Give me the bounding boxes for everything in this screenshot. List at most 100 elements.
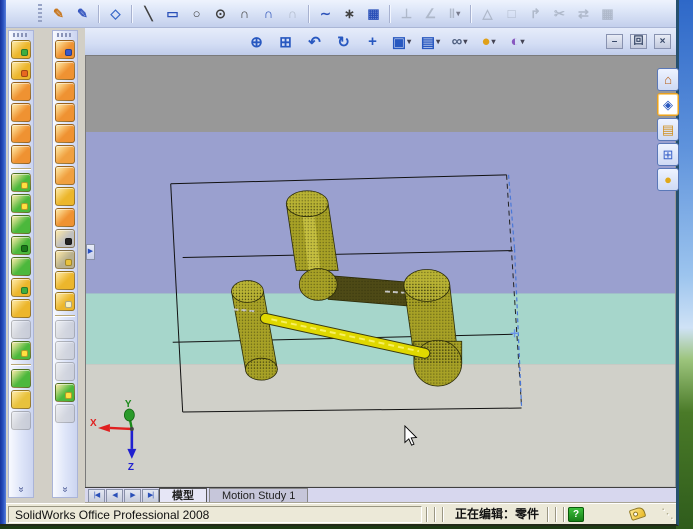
toolbar-overflow-chevron[interactable]: » — [16, 478, 27, 502]
zoom-to-area-button[interactable]: ⊞ — [273, 30, 298, 53]
tag-icon[interactable] — [628, 505, 647, 522]
pan-button[interactable]: + — [360, 30, 385, 53]
swept-surface-icon[interactable] — [55, 82, 75, 101]
view-orientation-button[interactable]: ▣ ▾ — [389, 30, 414, 53]
flex-icon[interactable] — [11, 390, 31, 409]
fillet-icon[interactable] — [11, 173, 31, 192]
design-library-tab[interactable]: ◈ — [657, 93, 679, 116]
dropdown-arrow-icon[interactable]: ▾ — [521, 37, 525, 46]
apply-scene-button[interactable]: ● ▾ — [476, 30, 501, 53]
file-explorer-tab[interactable]: ▤ — [657, 118, 679, 141]
mdi-minimize-button[interactable]: – — [606, 34, 623, 49]
edit-appearance-button[interactable]: ◐ ▾ — [505, 30, 530, 53]
mirror-entities-button[interactable]: ‖ ▾ — [444, 3, 465, 24]
swept-boss-icon[interactable] — [11, 103, 31, 122]
view-palette-tab[interactable]: ⊞ — [657, 143, 679, 166]
dropdown-arrow-icon[interactable]: ▾ — [492, 37, 496, 46]
scroll-next-button[interactable]: ▶ — [124, 489, 141, 503]
extruded-cut-icon[interactable] — [11, 61, 31, 80]
mdi-restore-button[interactable]: 回 — [630, 34, 647, 49]
offset-surface-icon[interactable] — [55, 166, 75, 185]
trim-entities-button[interactable]: ✂ — [549, 3, 570, 24]
convert-entities-button[interactable]: ↱ — [525, 3, 546, 24]
scroll-last-button[interactable]: ▶| — [142, 489, 159, 503]
scroll-first-button[interactable]: |◀ — [88, 489, 105, 503]
rapid-sketch-button[interactable]: □ — [501, 3, 522, 24]
shell-icon[interactable] — [11, 236, 31, 255]
linear-pattern-icon[interactable] — [11, 320, 31, 339]
rotate-view-button[interactable]: ↻ — [331, 30, 356, 53]
scroll-previous-button[interactable]: ◀ — [106, 489, 123, 503]
zoom-to-fit-button[interactable]: ⊕ — [244, 30, 269, 53]
extend-surface-icon[interactable] — [55, 208, 75, 227]
previous-view-button[interactable]: ↶ — [302, 30, 327, 53]
quick-tips-help-button[interactable]: ? — [568, 507, 584, 522]
surface-fillet-icon[interactable] — [55, 383, 75, 402]
lofted-boss-icon[interactable] — [11, 124, 31, 143]
toolbar-drag-handle[interactable] — [13, 33, 29, 37]
three-point-arc-button[interactable]: ∩ — [282, 3, 303, 24]
dropdown-arrow-icon[interactable]: ▾ — [407, 37, 411, 46]
knit-surface-icon[interactable] — [55, 271, 75, 290]
graphics-scene[interactable]: X Y Z — [86, 56, 675, 487]
perimeter-circle-button[interactable]: ⊙ — [210, 3, 231, 24]
extruded-boss-icon[interactable] — [11, 40, 31, 59]
feature-manager-expand-arrow[interactable]: ▶ — [86, 244, 95, 260]
hide-show-items-button[interactable]: ∞ ▾ — [447, 30, 472, 53]
toolbar-drag-handle[interactable] — [57, 33, 73, 37]
ruled-surface-icon[interactable] — [55, 187, 75, 206]
cut-with-surface-icon[interactable] — [55, 404, 75, 423]
sketch-picture-button[interactable]: ▦ — [597, 3, 618, 24]
tangent-arc-button[interactable]: ∩ — [258, 3, 279, 24]
3d-sketch-button[interactable]: ✎ — [72, 3, 93, 24]
revolved-surface-icon[interactable] — [55, 61, 75, 80]
toolbar-drag-handle[interactable] — [38, 3, 42, 24]
untrim-surface-icon[interactable] — [55, 320, 75, 339]
point-button[interactable]: ∗ — [339, 3, 360, 24]
sketch-plane-button[interactable]: ◇ — [105, 3, 126, 24]
check-sketch-button[interactable]: △ — [477, 3, 498, 24]
sketch-toolbar: ✎ ✎ ◇ ╲ ▭ ○ ⊙ ∩ ∩ ∩ ∼ ∗ ▦ ⊥ ∠ ‖ ▾ △ □ ↱ ✂ ⇄ ▦ — [6, 0, 676, 28]
rib-icon[interactable] — [11, 215, 31, 234]
planar-surface-icon[interactable] — [55, 145, 75, 164]
corner-rectangle-button[interactable]: ▭ — [162, 3, 183, 24]
thicken-icon[interactable] — [55, 362, 75, 381]
display-relations-button[interactable]: ∠ — [420, 3, 441, 24]
replace-face-icon[interactable] — [55, 250, 75, 269]
chamfer-icon[interactable] — [11, 194, 31, 213]
extruded-surface-icon[interactable] — [55, 40, 75, 59]
hole-wizard-icon[interactable] — [11, 278, 31, 297]
spline-button[interactable]: ∼ — [315, 3, 336, 24]
deform-icon[interactable] — [11, 411, 31, 430]
linear-sketch-pattern-button[interactable]: ▦ — [363, 3, 384, 24]
graphics-viewport[interactable]: X Y Z ▶ — [85, 55, 676, 487]
lofted-surface-icon[interactable] — [55, 103, 75, 122]
line-button[interactable]: ╲ — [138, 3, 159, 24]
solidworks-resources-tab[interactable]: ⌂ — [657, 68, 679, 91]
revolved-boss-icon[interactable] — [11, 82, 31, 101]
filled-surface-icon[interactable] — [55, 292, 75, 311]
mdi-close-button[interactable]: × — [654, 34, 671, 49]
wrap-icon[interactable] — [11, 299, 31, 318]
appearances-tab[interactable]: ● — [657, 168, 679, 191]
dropdown-arrow-icon[interactable]: ▾ — [436, 37, 440, 46]
dropdown-arrow-icon[interactable]: ▾ — [456, 9, 460, 18]
boundary-boss-icon[interactable] — [11, 145, 31, 164]
tab-model[interactable]: 模型 — [159, 488, 207, 504]
trim-surface-icon[interactable] — [55, 341, 75, 360]
delete-face-icon[interactable] — [55, 229, 75, 248]
display-style-button[interactable]: ▤ ▾ — [418, 30, 443, 53]
add-relation-button[interactable]: ⊥ — [396, 3, 417, 24]
circle-button[interactable]: ○ — [186, 3, 207, 24]
tab-motion-study-1[interactable]: Motion Study 1 — [209, 488, 309, 504]
dome-icon[interactable] — [11, 369, 31, 388]
mirror-icon[interactable] — [11, 341, 31, 360]
move-entities-button[interactable]: ⇄ — [573, 3, 594, 24]
sketch-button[interactable]: ✎ — [48, 3, 69, 24]
resize-grip[interactable]: ⋱ — [661, 506, 674, 522]
dropdown-arrow-icon[interactable]: ▾ — [463, 37, 467, 46]
boundary-surface-icon[interactable] — [55, 124, 75, 143]
toolbar-overflow-chevron[interactable]: » — [60, 478, 71, 502]
centerpoint-arc-button[interactable]: ∩ — [234, 3, 255, 24]
draft-icon[interactable] — [11, 257, 31, 276]
